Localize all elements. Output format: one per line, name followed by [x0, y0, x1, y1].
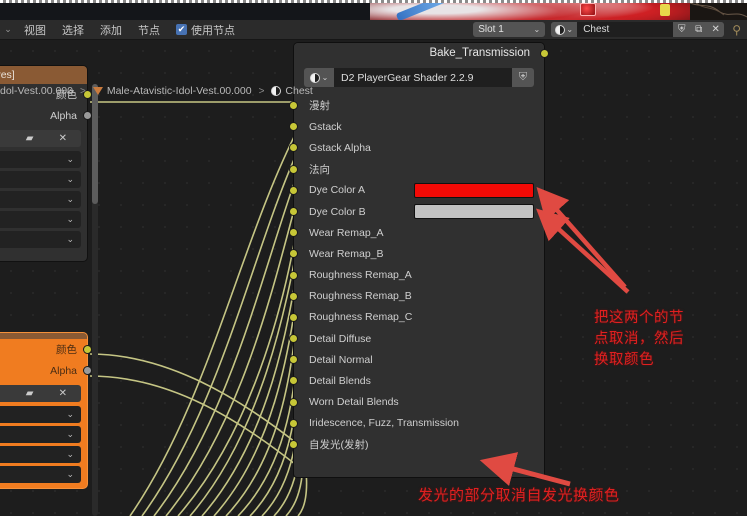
model-wire-strands	[690, 0, 747, 18]
use-nodes-checkbox[interactable]: ✔ 使用节点	[168, 22, 243, 38]
annotation-note-emission: 发光的部分取消自发光换颜色	[418, 486, 620, 504]
use-nodes-label: 使用节点	[191, 24, 235, 37]
node-editor-canvas[interactable]: dol-Vest.00.000 > Male-Atavistic-Idol-Ve…	[0, 40, 747, 516]
breadcrumb-item-material[interactable]: Chest	[271, 85, 313, 97]
menu-item-view[interactable]: 视图	[16, 20, 54, 40]
annotation-note-dye-colors: 把这两个的节 点取消，然后 换取颜色	[594, 310, 684, 368]
arrow-to-emission	[479, 452, 571, 487]
menu-item-select[interactable]: 选择	[54, 20, 92, 40]
pin-icon[interactable]: ⚲	[732, 23, 741, 37]
model-yellow-accent	[660, 4, 670, 16]
material-sphere-icon	[555, 24, 566, 35]
mesh-data-icon	[92, 87, 103, 95]
material-slot-dropdown[interactable]: Slot 1 ⌄	[473, 22, 546, 37]
unlink-material-close-icon[interactable]: ✕	[707, 22, 725, 37]
editor-header-menubar: ⌄ 视图 选择 添加 节点 ✔ 使用节点 Slot 1 ⌄ ⌄ Chest ⛨ …	[0, 20, 747, 40]
arrow-to-dye-color-a	[536, 186, 627, 289]
menu-item-node[interactable]: 节点	[130, 20, 168, 40]
shader-editor-window: ⌄ 视图 选择 添加 节点 ✔ 使用节点 Slot 1 ⌄ ⌄ Chest ⛨ …	[0, 0, 747, 516]
chevron-down-icon: ⌄	[533, 25, 541, 34]
material-datablock-widget: ⌄ Chest ⛨ ⧉ ✕	[551, 22, 725, 37]
material-name-field[interactable]: Chest	[577, 22, 674, 37]
breadcrumb-object-label: dol-Vest.00.000	[0, 85, 73, 97]
checkbox-check-icon: ✔	[176, 24, 187, 35]
viewport-checker-border	[0, 0, 747, 3]
material-sphere-icon	[271, 86, 282, 96]
breadcrumb-item-object[interactable]: dol-Vest.00.000	[0, 85, 73, 97]
viewport-strip[interactable]	[0, 0, 747, 20]
material-slot-value: Slot 1	[478, 24, 504, 35]
browse-material-button[interactable]: ⌄	[551, 22, 578, 37]
model-red-gem	[580, 3, 596, 16]
breadcrumb-item-mesh[interactable]: Male-Atavistic-Idol-Vest.00.000	[92, 85, 252, 97]
chevron-down-icon: ⌄	[566, 25, 574, 34]
fake-user-shield-icon[interactable]: ⛨	[673, 22, 691, 37]
new-material-copy-icon[interactable]: ⧉	[690, 22, 708, 37]
menu-item-add[interactable]: 添加	[92, 20, 130, 40]
breadcrumb-material-label: Chest	[285, 85, 313, 97]
arrow-to-dye-color-b	[536, 208, 630, 294]
annotation-arrows	[479, 186, 630, 487]
breadcrumb-mesh-label: Male-Atavistic-Idol-Vest.00.000	[106, 85, 252, 97]
editor-type-chevron-down-icon[interactable]: ⌄	[0, 24, 16, 35]
